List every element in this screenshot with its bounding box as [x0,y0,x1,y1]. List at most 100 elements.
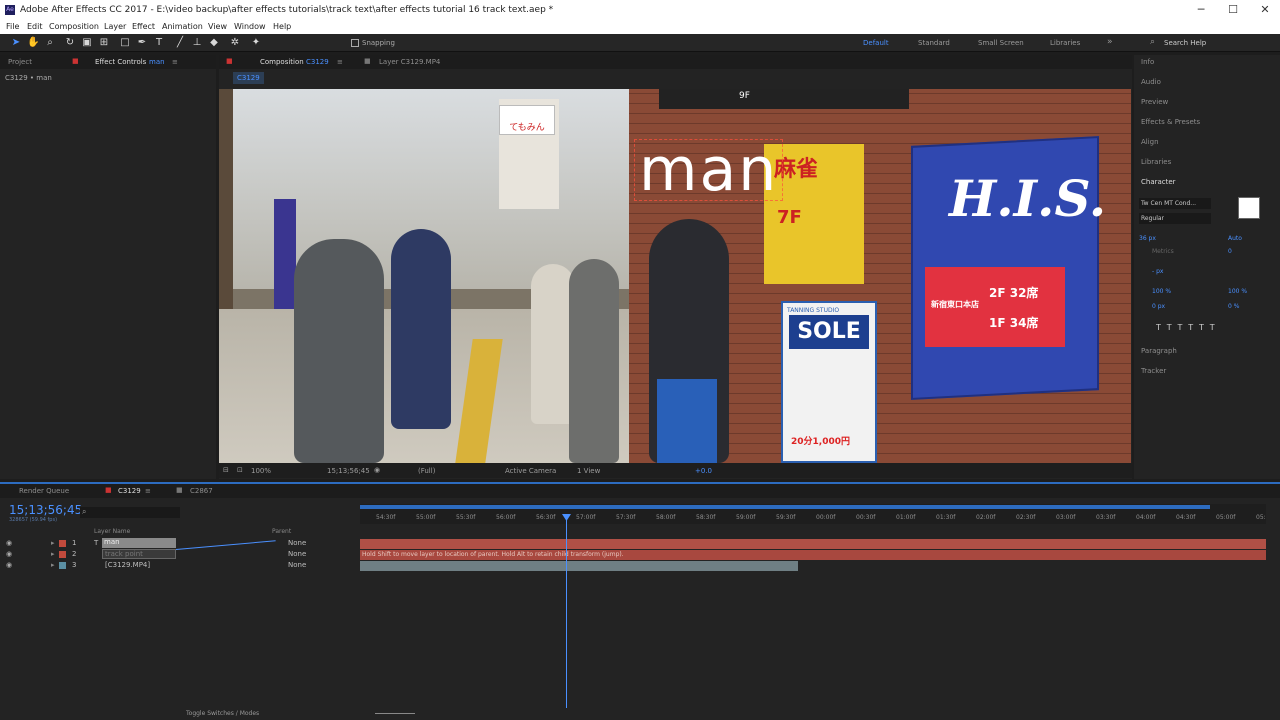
panel-audio[interactable]: Audio [1141,78,1161,86]
baseline-shift-value[interactable]: 0 px [1152,303,1165,310]
layer-name[interactable]: man [102,538,176,548]
exposure-value[interactable]: +0.0 [695,467,712,475]
pan-behind-tool-icon[interactable]: ⊞ [98,37,110,49]
snapping-checkbox[interactable] [351,39,359,47]
parent-dropdown[interactable]: None [288,550,306,558]
rotate-tool-icon[interactable]: ↻ [64,37,76,49]
always-preview-icon[interactable]: ⊟ [223,466,229,474]
layer-label-color[interactable] [59,540,66,547]
tab-project[interactable]: Project [8,58,32,66]
tab-composition[interactable]: Composition [260,58,304,66]
comp-navigator-chip[interactable]: C3129 [233,72,264,84]
clone-stamp-tool-icon[interactable]: ⊥ [191,37,203,49]
expand-arrow-icon[interactable]: ▸ [51,561,55,569]
menu-window[interactable]: Window [234,22,266,31]
brush-tool-icon[interactable]: ╱ [174,37,186,49]
panel-paragraph[interactable]: Paragraph [1141,347,1177,355]
selection-tool-icon[interactable]: ➤ [10,37,22,49]
composition-viewer[interactable]: てもみん 9F 麻雀 7F H.I.S. 新宿東口本店 2F 32席 1F 34… [219,89,1131,463]
menu-help[interactable]: Help [273,22,291,31]
expand-arrow-icon[interactable]: ▸ [51,550,55,558]
workspace-standard[interactable]: Standard [918,39,950,47]
menu-layer[interactable]: Layer [104,22,126,31]
layer-name[interactable]: [C3129.MP4] [105,561,150,569]
layer-name[interactable]: track point [102,549,176,559]
layer-label-color[interactable] [59,562,66,569]
tab-c3129[interactable]: C3129 [118,487,141,495]
layer-row[interactable]: ◉ ▸ 1 T man None [0,538,357,549]
hand-tool-icon[interactable]: ✋ [27,37,39,49]
workspace-default[interactable]: Default [863,39,889,47]
tab-effect-controls[interactable]: Effect Controls [95,58,146,66]
panel-info[interactable]: Info [1141,58,1154,66]
layer-bar-man[interactable] [360,539,1266,549]
menu-animation[interactable]: Animation [162,22,203,31]
puppet-tool-icon[interactable]: ✦ [250,37,262,49]
eraser-tool-icon[interactable]: ◆ [208,37,220,49]
visibility-eye-icon[interactable]: ◉ [6,561,12,569]
more-workspaces-icon[interactable]: » [1107,37,1113,47]
zoom-slider[interactable] [375,713,415,714]
camera-dropdown[interactable]: Active Camera [505,467,556,475]
zoom-tool-icon[interactable]: ⌕ [44,37,56,49]
close-tab-icon[interactable]: ■ [72,57,79,65]
zoom-dropdown[interactable]: 100% [251,467,271,475]
font-family-dropdown[interactable]: Tw Cen MT Cond... [1139,198,1211,209]
text-style-buttons[interactable]: TTTTTT [1156,323,1221,332]
panel-libraries[interactable]: Libraries [1141,158,1171,166]
overlay-text-man[interactable]: man [634,139,784,201]
layer-label-color[interactable] [59,551,66,558]
parent-dropdown[interactable]: None [288,539,306,547]
menu-edit[interactable]: Edit [27,22,43,31]
close-icon[interactable]: ✕ [1258,3,1272,17]
menu-file[interactable]: File [6,22,19,31]
kerning-value[interactable]: Metrics [1152,248,1174,255]
panel-menu-icon[interactable]: ≡ [337,58,343,66]
panel-character[interactable]: Character [1141,178,1176,186]
parent-dropdown[interactable]: None [288,561,306,569]
layer-row[interactable]: ◉ ▸ 3 [C3129.MP4] None [0,560,357,571]
search-help-input[interactable]: Search Help [1164,39,1206,47]
pen-tool-icon[interactable]: ✒ [136,37,148,49]
panel-preview[interactable]: Preview [1141,98,1168,106]
toggle-switches-modes[interactable]: Toggle Switches / Modes [186,710,259,717]
resolution-dropdown[interactable]: (Full) [418,467,435,475]
visibility-eye-icon[interactable]: ◉ [6,550,12,558]
expand-arrow-icon[interactable]: ▸ [51,539,55,547]
close-tab-icon[interactable]: ■ [226,57,233,65]
stroke-width-value[interactable]: - px [1152,268,1163,275]
layer-row[interactable]: ◉ ▸ 2 track point None [0,549,357,560]
minimize-icon[interactable]: ─ [1194,3,1208,17]
workspace-libraries[interactable]: Libraries [1050,39,1080,47]
work-area-bar[interactable] [360,505,1210,509]
panel-menu-icon[interactable]: ≡ [145,487,151,495]
menu-composition[interactable]: Composition [49,22,99,31]
leading-value[interactable]: Auto [1228,235,1242,242]
type-tool-icon[interactable]: T [153,37,165,49]
roto-brush-tool-icon[interactable]: ✲ [229,37,241,49]
panel-tracker[interactable]: Tracker [1141,367,1166,375]
layer-bar-footage[interactable] [360,561,798,571]
region-icon[interactable]: ⊡ [237,466,243,474]
layer-search-input[interactable] [80,507,180,518]
horizontal-scale-value[interactable]: 100 % [1228,288,1247,295]
rectangle-tool-icon[interactable]: □ [119,37,131,49]
tsume-value[interactable]: 0 % [1228,303,1239,310]
panel-align[interactable]: Align [1141,138,1159,146]
playhead[interactable] [566,518,567,708]
close-tab-icon[interactable]: ■ [105,486,112,494]
menu-view[interactable]: View [208,22,227,31]
panel-effects-presets[interactable]: Effects & Presets [1141,118,1200,126]
tab-render-queue[interactable]: Render Queue [19,487,69,495]
camera-tool-icon[interactable]: ▣ [81,37,93,49]
visibility-eye-icon[interactable]: ◉ [6,539,12,547]
timecode-display[interactable]: 15;13;56;45 [327,467,370,475]
current-time-display[interactable]: 15;13;56;45 [9,503,82,517]
font-size-value[interactable]: 36 px [1139,235,1156,242]
views-dropdown[interactable]: 1 View [577,467,600,475]
tab-layer[interactable]: Layer C3129.MP4 [379,58,440,66]
font-style-dropdown[interactable]: Regular [1139,213,1211,224]
tracking-value[interactable]: 0 [1228,248,1232,255]
menu-effect[interactable]: Effect [132,22,155,31]
tab-c2867[interactable]: C2867 [190,487,213,495]
